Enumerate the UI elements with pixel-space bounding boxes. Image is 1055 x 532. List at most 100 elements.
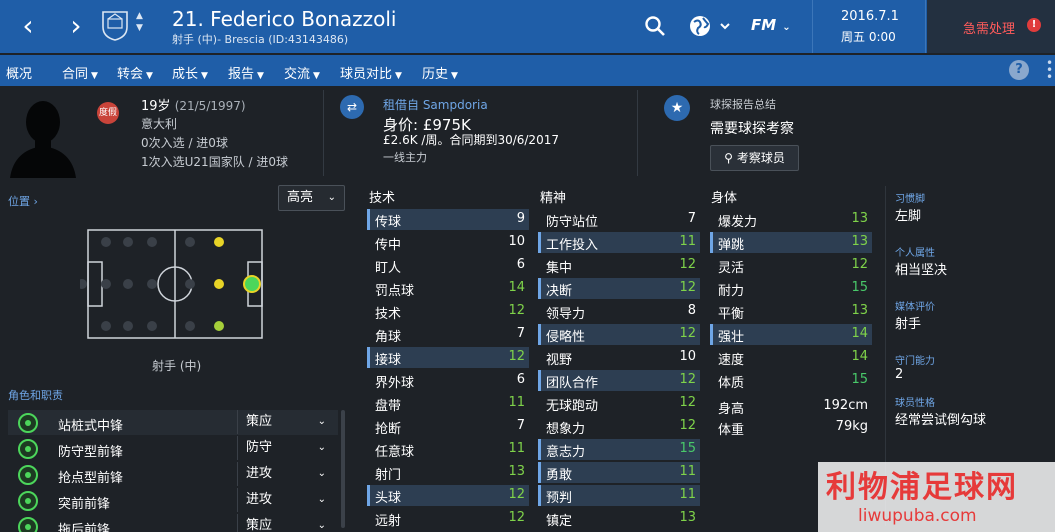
menu-item-4[interactable]: 报告 ▼ <box>228 63 264 82</box>
role-row[interactable]: 抢点型前锋 进攻 ⌄ <box>8 462 338 487</box>
highlight-dropdown-value: 高亮 <box>287 190 314 205</box>
role-name: 站桩式中锋 <box>58 419 124 434</box>
technical-attribute-row: 界外球 6 <box>367 370 529 391</box>
star-icon: ★ <box>664 95 690 121</box>
globe-menu-icon[interactable] <box>688 12 732 40</box>
attribute-value: 11 <box>679 234 696 249</box>
side-info-value: 经常尝试倒勾球 <box>895 413 987 428</box>
role-row[interactable]: 站桩式中锋 策应 ⌄ <box>8 410 338 435</box>
mental-attribute-row: 镇定 13 <box>538 508 700 529</box>
scout-summary-title: 球探报告总结 <box>710 98 776 111</box>
highlight-dropdown[interactable]: 高亮 ⌄ <box>278 185 345 211</box>
forward-arrow-icon[interactable]: › <box>60 8 92 44</box>
role-name: 抢点型前锋 <box>58 471 124 486</box>
senior-caps: 0次入选 / 进0球 <box>141 136 228 150</box>
attribute-value: 10 <box>508 234 525 249</box>
menu-item-7[interactable]: 历史 ▼ <box>422 63 458 82</box>
scout-need: 需要球探考察 <box>710 121 794 137</box>
height-label: 身高 <box>718 402 745 417</box>
date-of-birth: (21/5/1997) <box>174 99 246 113</box>
technical-attribute-row: 传球 9 <box>367 209 529 230</box>
role-name: 防守型前锋 <box>58 445 124 460</box>
attribute-name: 耐力 <box>718 284 745 299</box>
weight-row: 体重 79kg <box>710 417 872 438</box>
menu-item-2[interactable]: 转会 ▼ <box>117 63 153 82</box>
menu-item-1[interactable]: 合同 ▼ <box>62 63 98 82</box>
attribute-value: 7 <box>516 326 525 341</box>
duty-value: 策应 <box>246 414 273 429</box>
duty-dropdown[interactable]: 进攻 ⌄ <box>237 462 334 486</box>
current-date: 2016.7.1 <box>841 9 899 24</box>
back-arrow-icon[interactable]: ‹ <box>12 8 44 44</box>
menu-item-5[interactable]: 交流 ▼ <box>284 63 320 82</box>
more-options-icon[interactable]: • • • <box>1046 57 1053 83</box>
squad-status: 一线主力 <box>383 151 427 164</box>
side-info-label: 媒体评价 <box>895 302 935 313</box>
player-name-title: 21. Federico Bonazzoli <box>172 7 397 31</box>
attribute-value: 13 <box>679 510 696 525</box>
date-display[interactable]: 2016.7.1 周五 0:00 <box>812 0 926 53</box>
attribute-name: 平衡 <box>718 307 745 322</box>
attribute-value: 11 <box>679 487 696 502</box>
watermark-title: 利物浦足球网 <box>826 470 1018 505</box>
chevron-down-icon: ⌄ <box>317 416 326 427</box>
side-info-value: 相当坚决 <box>895 263 948 278</box>
urgent-button[interactable]: 急需处理 ! <box>927 0 1055 53</box>
attribute-value: 13 <box>851 303 868 318</box>
loan-from-link[interactable]: 租借自 Sampdoria <box>383 96 488 113</box>
scout-player-button[interactable]: ⚲ 考察球员 <box>710 145 799 171</box>
attribute-value: 12 <box>679 372 696 387</box>
physical-attribute-row: 爆发力 13 <box>710 209 872 230</box>
role-row[interactable]: 防守型前锋 防守 ⌄ <box>8 436 338 461</box>
chevron-down-icon: ▼ <box>146 71 153 81</box>
duty-dropdown[interactable]: 策应 ⌄ <box>237 514 334 532</box>
technical-attribute-row: 传中 10 <box>367 232 529 253</box>
attribute-value: 13 <box>851 211 868 226</box>
fm-label: FM <box>751 16 777 34</box>
attribute-name: 速度 <box>718 353 745 368</box>
menu-item-label: 球员对比 <box>340 67 393 82</box>
menu-item-3[interactable]: 成长 ▼ <box>172 63 208 82</box>
mental-attribute-row: 想象力 12 <box>538 416 700 437</box>
role-suitability-icon <box>18 491 38 511</box>
duty-dropdown[interactable]: 防守 ⌄ <box>237 436 334 460</box>
duty-dropdown[interactable]: 策应 ⌄ <box>237 410 334 434</box>
mental-attribute-row: 意志力 15 <box>538 439 700 460</box>
menu-item-label: 成长 <box>172 67 199 82</box>
search-icon: ⚲ <box>724 151 733 165</box>
attribute-value: 11 <box>508 395 525 410</box>
mental-attribute-row: 决断 12 <box>538 278 700 299</box>
player-profile-screen: ‹ › ▲ ▼ 21. Federico Bonazzoli 射手 (中)- Br… <box>0 0 1055 532</box>
attribute-value: 10 <box>679 349 696 364</box>
attribute-value: 15 <box>851 372 868 387</box>
attribute-value: 12 <box>508 510 525 525</box>
role-row[interactable]: 拖后前锋 策应 ⌄ <box>8 514 338 532</box>
help-icon[interactable]: ? <box>1009 60 1029 80</box>
menu-item-label: 概况 <box>6 67 33 82</box>
attribute-name: 界外球 <box>375 376 415 391</box>
duty-dropdown[interactable]: 进攻 ⌄ <box>237 488 334 512</box>
attribute-name: 头球 <box>375 491 402 506</box>
role-row[interactable]: 突前前锋 进攻 ⌄ <box>8 488 338 513</box>
player-switch-icon[interactable]: ▲ ▼ <box>136 10 143 34</box>
attribute-value: 6 <box>516 372 525 387</box>
menu-item-6[interactable]: 球员对比 ▼ <box>340 63 402 82</box>
position-link[interactable]: 位置 › <box>8 193 38 209</box>
player-subtitle: 射手 (中)- Brescia (ID:43143486) <box>172 33 349 46</box>
attribute-name: 射门 <box>375 468 402 483</box>
position-link-label: 位置 <box>8 195 30 208</box>
menu-item-label: 转会 <box>117 67 144 82</box>
search-icon[interactable] <box>643 12 667 40</box>
roles-scrollbar[interactable] <box>341 410 345 528</box>
weight-value: 79kg <box>835 419 868 434</box>
chevron-down-icon: ▼ <box>201 71 208 81</box>
attribute-name: 领导力 <box>546 307 586 322</box>
physical-heading: 身体 <box>711 191 738 206</box>
fm-menu-icon[interactable]: FM ⌄ <box>751 16 791 44</box>
mental-attribute-row: 勇敢 11 <box>538 462 700 483</box>
holiday-badge: 度假 <box>97 102 119 124</box>
attribute-name: 罚点球 <box>375 284 415 299</box>
mental-attribute-row: 集中 12 <box>538 255 700 276</box>
club-crest-icon[interactable] <box>100 9 130 41</box>
technical-heading: 技术 <box>369 191 396 206</box>
